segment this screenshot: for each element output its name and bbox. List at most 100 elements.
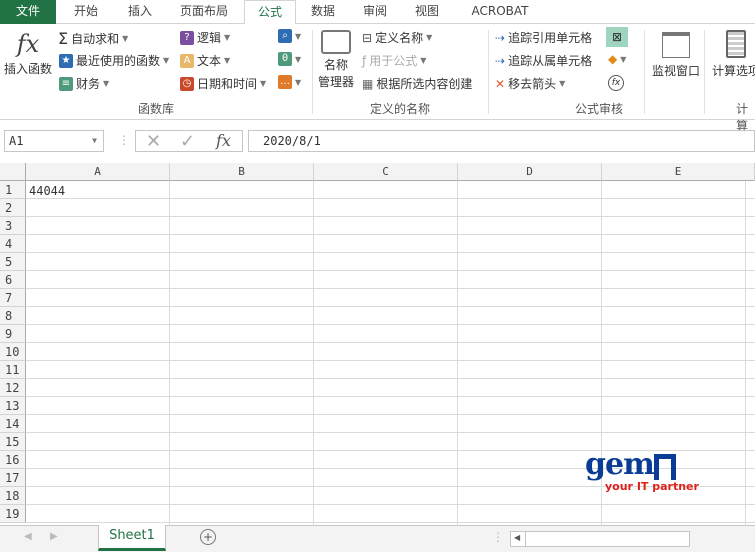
label: 日期和时间 bbox=[197, 77, 258, 91]
evaluate-formula-button[interactable]: fx bbox=[608, 75, 624, 91]
question-icon: ? bbox=[180, 30, 194, 45]
row-header[interactable]: 18 bbox=[0, 487, 26, 505]
trace-precedents-button[interactable]: ⇢ 追踪引用单元格 bbox=[495, 29, 592, 46]
error-checking-button[interactable]: ◆ ▼ bbox=[608, 52, 626, 66]
scroll-left-icon[interactable]: ◀ bbox=[24, 531, 32, 542]
divider bbox=[488, 30, 489, 114]
column-header-d[interactable]: D bbox=[458, 163, 602, 181]
remove-arrows-button[interactable]: ✕ 移去箭头 ▼ bbox=[495, 75, 565, 92]
divider bbox=[704, 30, 705, 114]
enter-icon[interactable]: ✓ bbox=[180, 131, 195, 152]
add-sheet-icon[interactable]: + bbox=[200, 529, 216, 545]
row-header[interactable]: 7 bbox=[0, 289, 26, 307]
cell-a1[interactable]: 44044 bbox=[29, 182, 65, 200]
column-header-b[interactable]: B bbox=[170, 163, 314, 181]
trace-dependents-button[interactable]: ⇢ 追踪从属单元格 bbox=[495, 52, 592, 69]
tab-file[interactable]: 文件 bbox=[0, 0, 56, 24]
sheet-tab-sheet1[interactable]: Sheet1 bbox=[98, 525, 166, 551]
watch-window-button[interactable]: 监视窗口 bbox=[652, 32, 700, 79]
label: 名称 bbox=[324, 58, 349, 72]
label: 最近使用的函数 bbox=[76, 54, 161, 68]
create-from-selection-button[interactable]: ▦ 根据所选内容创建 bbox=[362, 75, 472, 92]
label: 逻辑 bbox=[197, 31, 222, 45]
row-header[interactable]: 3 bbox=[0, 217, 26, 235]
divider bbox=[312, 30, 313, 114]
calc-options-button[interactable]: 计算选项 bbox=[712, 30, 755, 79]
row-header[interactable]: 2 bbox=[0, 199, 26, 217]
tab-page-layout[interactable]: 页面布局 bbox=[170, 0, 238, 24]
chevron-down-icon[interactable]: ▼ bbox=[92, 131, 97, 151]
row-header[interactable]: 19 bbox=[0, 505, 26, 523]
column-header-a[interactable]: A bbox=[26, 163, 170, 181]
sigma-icon: Σ bbox=[58, 29, 69, 48]
label: 管理器 bbox=[318, 75, 355, 89]
insert-function-icon[interactable]: fx bbox=[216, 131, 231, 150]
datetime-button[interactable]: ◷ 日期和时间 ▼ bbox=[180, 75, 266, 92]
row-header[interactable]: 16 bbox=[0, 451, 26, 469]
row-header[interactable]: 1 bbox=[0, 181, 26, 199]
tab-acrobat[interactable]: ACROBAT bbox=[460, 0, 540, 24]
tab-home[interactable]: 开始 bbox=[60, 0, 112, 24]
divider bbox=[644, 30, 645, 114]
row-header[interactable]: 9 bbox=[0, 325, 26, 343]
grid-icon: ▦ bbox=[362, 76, 374, 91]
fx-icon: fx bbox=[16, 30, 40, 58]
fx-icon: ƒ bbox=[362, 53, 367, 68]
logical-button[interactable]: ? 逻辑 ▼ bbox=[180, 29, 230, 46]
row-header[interactable]: 6 bbox=[0, 271, 26, 289]
formula-buttons: ✕ ✓ fx bbox=[135, 130, 243, 152]
row-header[interactable]: 10 bbox=[0, 343, 26, 361]
tab-review[interactable]: 审阅 bbox=[350, 0, 400, 24]
row-header[interactable]: 13 bbox=[0, 397, 26, 415]
scroll-right-icon[interactable]: ▶ bbox=[50, 531, 58, 542]
define-name-button[interactable]: ⊟ 定义名称 ▼ bbox=[362, 29, 432, 46]
star-icon: ★ bbox=[59, 53, 73, 68]
horizontal-scrollbar[interactable]: ◀ bbox=[510, 531, 690, 547]
row-header[interactable]: 11 bbox=[0, 361, 26, 379]
recent-functions-button[interactable]: ★ 最近使用的函数 ▼ bbox=[59, 52, 169, 69]
name-manager-button[interactable]: 名称 管理器 bbox=[318, 30, 354, 90]
chevron-down-icon: ▼ bbox=[295, 77, 302, 87]
row-header[interactable]: 12 bbox=[0, 379, 26, 397]
row-header[interactable]: 15 bbox=[0, 433, 26, 451]
column-header-e[interactable]: E bbox=[602, 163, 755, 181]
financial-button[interactable]: ≡ 财务 ▼ bbox=[59, 75, 109, 92]
grip-icon: ⋮ bbox=[492, 530, 504, 544]
name-box-value: A1 bbox=[9, 134, 24, 148]
autosum-button[interactable]: Σ 自动求和 ▼ bbox=[58, 29, 128, 48]
row-header[interactable]: 4 bbox=[0, 235, 26, 253]
tab-formulas[interactable]: 公式 bbox=[244, 0, 296, 25]
sheet-tab-bar: ◀ ▶ Sheet1 + ⋮ ◀ bbox=[0, 525, 755, 552]
row-header[interactable]: 14 bbox=[0, 415, 26, 433]
label: 追踪引用单元格 bbox=[508, 31, 593, 45]
row-header[interactable]: 5 bbox=[0, 253, 26, 271]
lookup-button[interactable]: ⌕ ▼ bbox=[278, 29, 301, 43]
scroll-left-icon[interactable]: ◀ bbox=[514, 533, 520, 542]
row-header[interactable]: 8 bbox=[0, 307, 26, 325]
chevron-down-icon: ▼ bbox=[103, 79, 110, 88]
formula-input[interactable]: 2020/8/1 bbox=[248, 130, 755, 152]
more-functions-button[interactable]: … ▼ bbox=[278, 75, 301, 89]
chevron-down-icon: ▼ bbox=[295, 31, 302, 41]
select-all-button[interactable] bbox=[0, 163, 26, 181]
formula-bar: A1 ▼ ⋮ ✕ ✓ fx 2020/8/1 bbox=[0, 128, 755, 156]
evaluate-fx-icon: fx bbox=[608, 75, 624, 91]
tab-insert[interactable]: 插入 bbox=[114, 0, 166, 24]
insert-function-button[interactable]: fx 插入函数 bbox=[4, 30, 52, 77]
label: 文本 bbox=[197, 54, 222, 68]
name-box[interactable]: A1 ▼ bbox=[4, 130, 104, 152]
text-button[interactable]: A 文本 ▼ bbox=[180, 52, 230, 69]
row-header[interactable]: 17 bbox=[0, 469, 26, 487]
show-formulas-button[interactable]: ⊠ bbox=[606, 27, 628, 47]
column-header-c[interactable]: C bbox=[314, 163, 458, 181]
label: 计算选项 bbox=[712, 64, 755, 78]
tab-data[interactable]: 数据 bbox=[298, 0, 348, 24]
use-in-formula-button[interactable]: ƒ 用于公式 ▼ bbox=[362, 52, 426, 69]
chevron-down-icon: ▼ bbox=[420, 56, 427, 65]
label: 追踪从属单元格 bbox=[508, 54, 593, 68]
chevron-down-icon: ▼ bbox=[620, 54, 627, 64]
label: 用于公式 bbox=[369, 54, 418, 68]
tab-view[interactable]: 视图 bbox=[402, 0, 452, 24]
cancel-icon[interactable]: ✕ bbox=[146, 131, 161, 152]
math-button[interactable]: θ ▼ bbox=[278, 52, 301, 66]
